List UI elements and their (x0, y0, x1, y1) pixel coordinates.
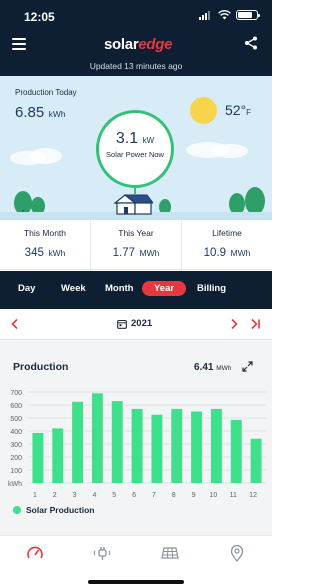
x-tick-label: 2 (53, 492, 57, 499)
selected-year: 2021 (131, 318, 153, 329)
stat-this-year: This Year 1.77 MWh (91, 220, 182, 269)
stat-this-month: This Month 345 kWh (0, 220, 91, 269)
period-selector[interactable]: 2021 (117, 318, 152, 329)
y-tick-label: 200 (10, 455, 22, 462)
chevron-right-icon[interactable] (228, 318, 240, 330)
solar-power-now-value: 3.1 kW (115, 130, 155, 147)
bar (210, 408, 222, 483)
bar (191, 411, 203, 483)
solar-power-gauge[interactable]: 3.1 kW Solar Power Now (96, 110, 174, 188)
ev-charger-plug-icon[interactable] (93, 544, 111, 562)
bar (250, 438, 262, 483)
menu-button[interactable] (12, 38, 26, 50)
app-header: 12:05 solaredge Updated 13 minutes ago (0, 0, 272, 76)
card-total: 6.41 MWh (194, 362, 232, 373)
dashboard-gauge-icon[interactable] (26, 544, 44, 562)
y-tick-label: kWh (8, 481, 22, 488)
y-tick-label: 400 (10, 429, 22, 436)
y-tick-label: 300 (10, 442, 22, 449)
status-icons (199, 10, 260, 20)
home-indicator (88, 580, 184, 584)
cloud-icon (10, 148, 62, 165)
sun-icon (190, 97, 217, 124)
x-tick-label: 3 (73, 492, 77, 499)
cellular-signal-icon (199, 10, 213, 20)
x-tick-label: 9 (192, 492, 196, 499)
bar (72, 401, 84, 483)
chevron-left-icon[interactable] (9, 318, 21, 330)
bar (131, 408, 143, 483)
tab-year[interactable]: Year (142, 281, 187, 296)
legend-swatch (13, 506, 21, 514)
bar (32, 432, 44, 483)
solaredge-logo: solaredge (104, 36, 173, 53)
temperature: 52°F (225, 102, 252, 118)
cloud-icon (186, 142, 248, 158)
skip-to-latest-icon[interactable] (249, 318, 261, 330)
flow-connector (134, 188, 136, 194)
bar (171, 408, 183, 483)
tab-week[interactable]: Week (61, 283, 86, 294)
wifi-icon (218, 10, 231, 20)
x-tick-label: 8 (172, 492, 176, 499)
share-icon[interactable] (244, 36, 258, 50)
period-tabs: Day Week Month Year Billing (0, 271, 272, 309)
x-tick-label: 6 (132, 492, 136, 499)
battery-icon (236, 10, 260, 20)
chart-legend: Solar Production (13, 505, 94, 515)
x-tick-label: 7 (152, 492, 156, 499)
y-tick-label: 500 (10, 416, 22, 423)
x-tick-label: 10 (210, 492, 218, 499)
last-updated-text: Updated 13 minutes ago (89, 61, 183, 71)
x-tick-label: 11 (230, 492, 237, 499)
location-pin-icon[interactable] (228, 544, 246, 562)
card-title: Production (13, 361, 69, 373)
x-tick-label: 12 (249, 492, 257, 499)
y-tick-label: 600 (10, 403, 22, 410)
bar (151, 414, 163, 483)
bar (91, 393, 103, 483)
solar-panel-layout-icon[interactable] (161, 544, 179, 562)
status-time: 12:05 (24, 10, 55, 24)
expand-icon[interactable] (242, 361, 253, 372)
production-bar-chart: kWh1002003004005006007001 2 3 4 5 6 7 8 9 10 11 12 (8, 390, 266, 499)
bar (52, 428, 64, 483)
bar (111, 401, 123, 483)
energy-stats: This Month 345 kWh This Year 1.77 MWh Li… (0, 220, 272, 270)
y-tick-label: 700 (10, 390, 22, 397)
tab-billing[interactable]: Billing (197, 283, 226, 294)
production-today-label: Production Today (15, 88, 77, 97)
production-today-value: 6.85 kWh (15, 104, 66, 121)
period-navigator: 2021 (0, 309, 272, 340)
y-tick-label: 100 (10, 468, 22, 475)
stat-lifetime: Lifetime 10.9 MWh (203, 228, 251, 259)
calendar-icon (117, 319, 127, 329)
x-tick-label: 4 (92, 492, 96, 499)
solar-power-now-label: Solar Power Now (106, 150, 164, 159)
x-tick-label: 1 (33, 492, 37, 499)
bar (230, 419, 242, 483)
tab-day[interactable]: Day (18, 283, 35, 294)
site-overview-hero: Production Today 6.85 kWh 52°F 3.1 kW So… (0, 76, 272, 220)
legend-label: Solar Production (26, 505, 95, 515)
tab-month[interactable]: Month (105, 283, 134, 294)
x-tick-label: 5 (112, 492, 116, 499)
house-with-solar-panels-icon (113, 194, 153, 215)
